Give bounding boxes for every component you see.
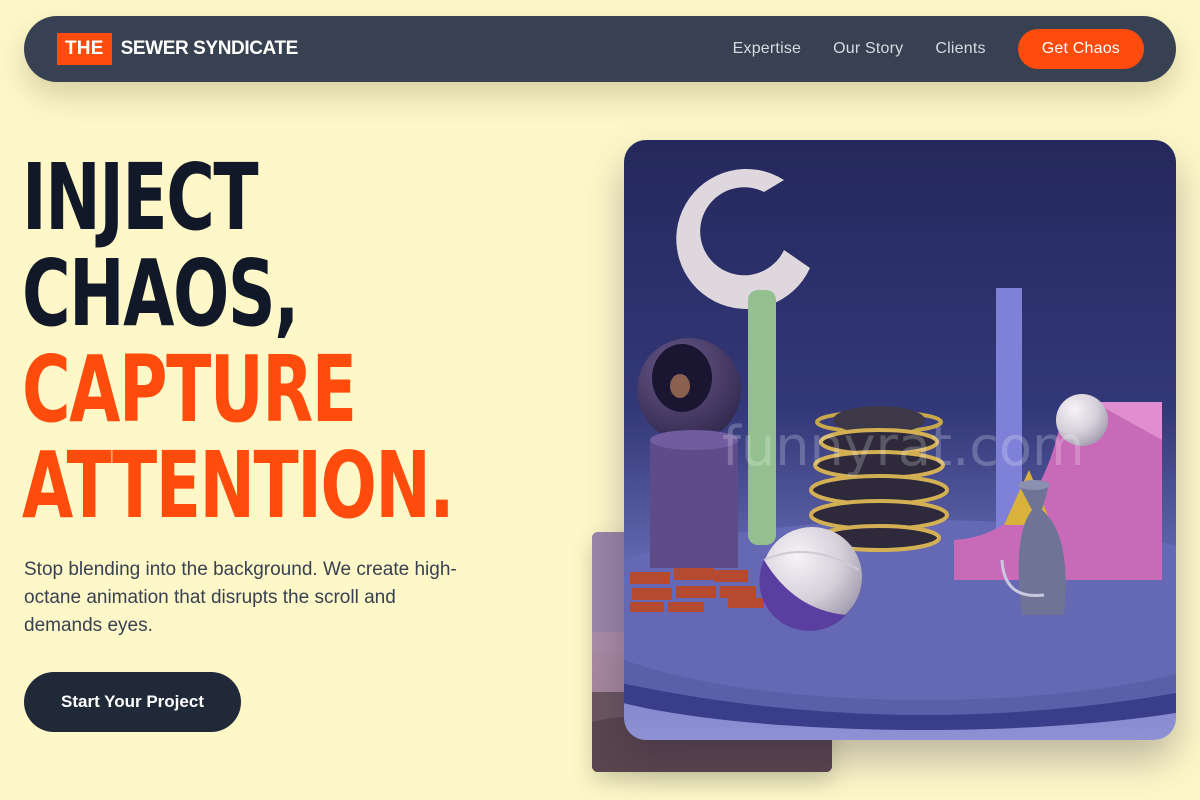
hero-subtext: Stop blending into the background. We cr… <box>24 559 457 636</box>
abstract-3d-scene: funnyrat.com <box>624 140 1176 740</box>
navbar: THE SEWER SYNDICATE Expertise Our Story … <box>24 16 1176 82</box>
nav-links: Expertise Our Story Clients Get Chaos <box>733 28 1144 70</box>
logo-box: THE <box>57 33 112 65</box>
headline-line-2: CHAOS, <box>22 240 299 347</box>
get-chaos-button[interactable]: Get Chaos <box>1017 29 1144 69</box>
logo-text: SEWER SYNDICATE <box>120 38 299 59</box>
headline-line-3: CAPTURE <box>22 336 357 443</box>
hero-headline: INJECT CHAOS, CAPTURE ATTENTION. <box>22 144 454 539</box>
watermark-text: funnyrat.com <box>722 415 1085 478</box>
nav-link-our-story[interactable]: Our Story <box>833 40 903 58</box>
logo[interactable]: THE SEWER SYNDICATE <box>57 33 298 65</box>
nav-link-clients[interactable]: Clients <box>935 40 985 58</box>
start-project-button[interactable]: Start Your Project <box>24 672 241 732</box>
hero-3d-scene-image: funnyrat.com <box>624 140 1176 740</box>
nav-link-expertise[interactable]: Expertise <box>733 40 802 58</box>
headline-line-4: ATTENTION. <box>22 432 454 539</box>
headline-line-1: INJECT <box>22 144 259 251</box>
